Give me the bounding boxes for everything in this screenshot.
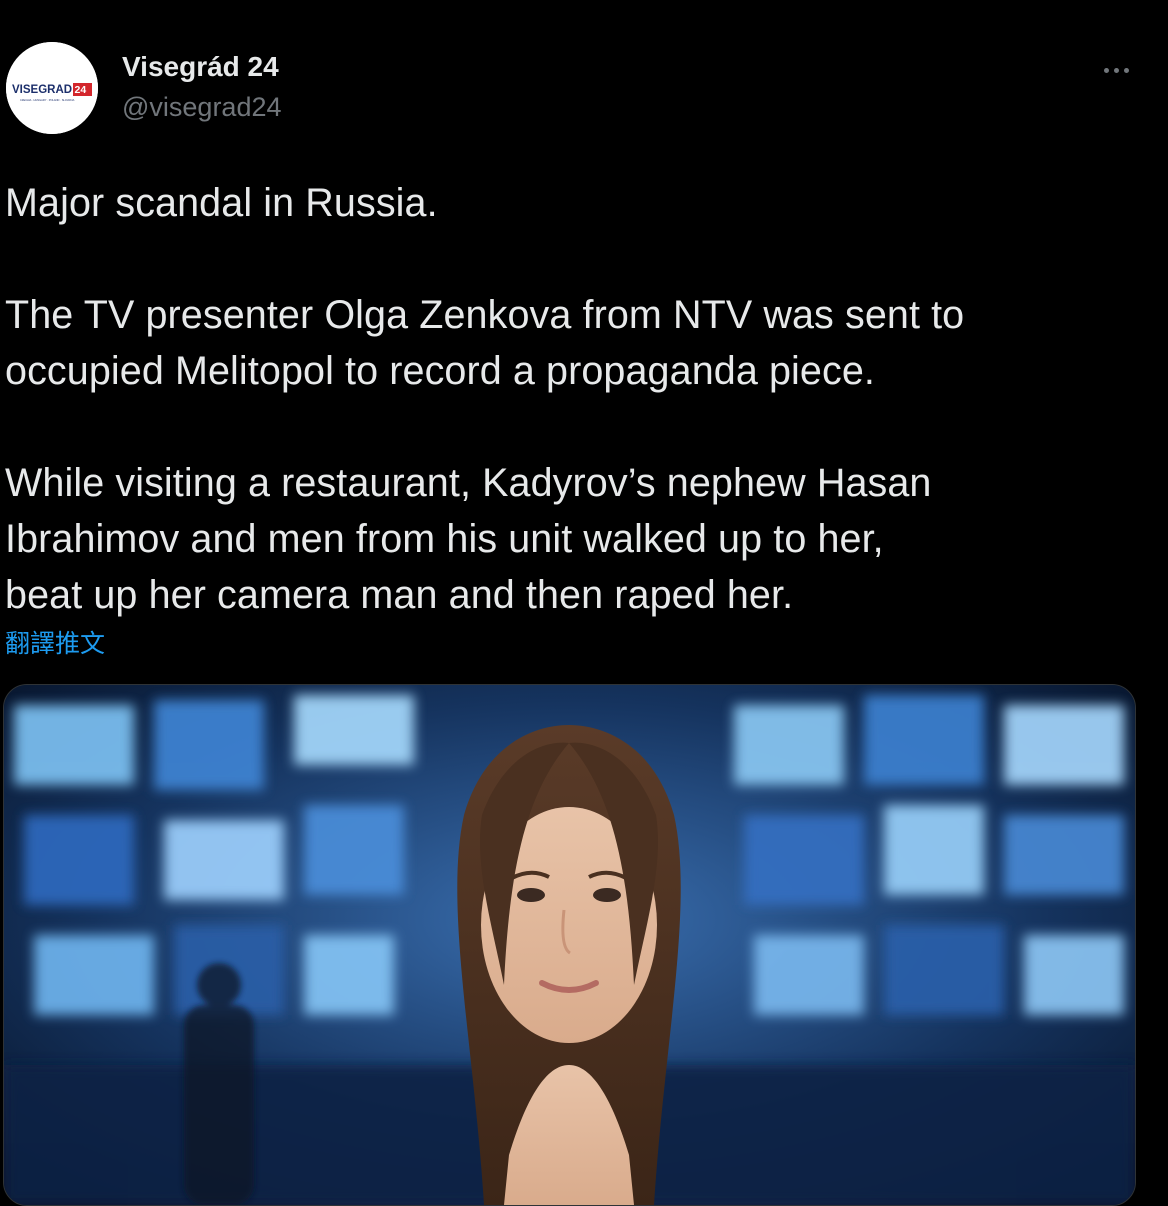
visegrad24-logo-icon: VISEGRAD 24 CZECHIA · HUNGARY · POLAND ·… [6, 42, 98, 134]
more-horizontal-icon [1103, 67, 1109, 73]
logo-text-number: 24 [75, 84, 87, 96]
newsroom-photo-icon [4, 685, 1135, 1205]
tweet-text-line: beat up her camera man and then raped he… [5, 573, 794, 617]
tweet-text-line: Ibrahimov and men from his unit walked u… [5, 517, 884, 561]
translate-tweet-link[interactable]: 翻譯推文 [5, 624, 105, 660]
tweet-text-line: occupied Melitopol to record a propagand… [5, 349, 875, 393]
tweet: VISEGRAD 24 CZECHIA · HUNGARY · POLAND ·… [0, 0, 1168, 1206]
logo-text-main: VISEGRAD [12, 84, 72, 96]
author-avatar[interactable]: VISEGRAD 24 CZECHIA · HUNGARY · POLAND ·… [6, 42, 98, 134]
author-display-name[interactable]: Visegrád 24 [122, 51, 279, 83]
more-options-button[interactable] [1092, 56, 1140, 84]
logo-subtext: CZECHIA · HUNGARY · POLAND · SLOVAKIA [20, 98, 75, 102]
tweet-text: Major scandal in Russia. The TV presente… [5, 175, 1155, 623]
tweet-text-line: The TV presenter Olga Zenkova from NTV w… [5, 293, 965, 337]
tweet-photo[interactable] [3, 684, 1136, 1206]
tweet-text-line: Major scandal in Russia. [5, 181, 438, 225]
tweet-text-line: While visiting a restaurant, Kadyrov’s n… [5, 461, 932, 505]
author-handle[interactable]: @visegrad24 [122, 92, 282, 123]
